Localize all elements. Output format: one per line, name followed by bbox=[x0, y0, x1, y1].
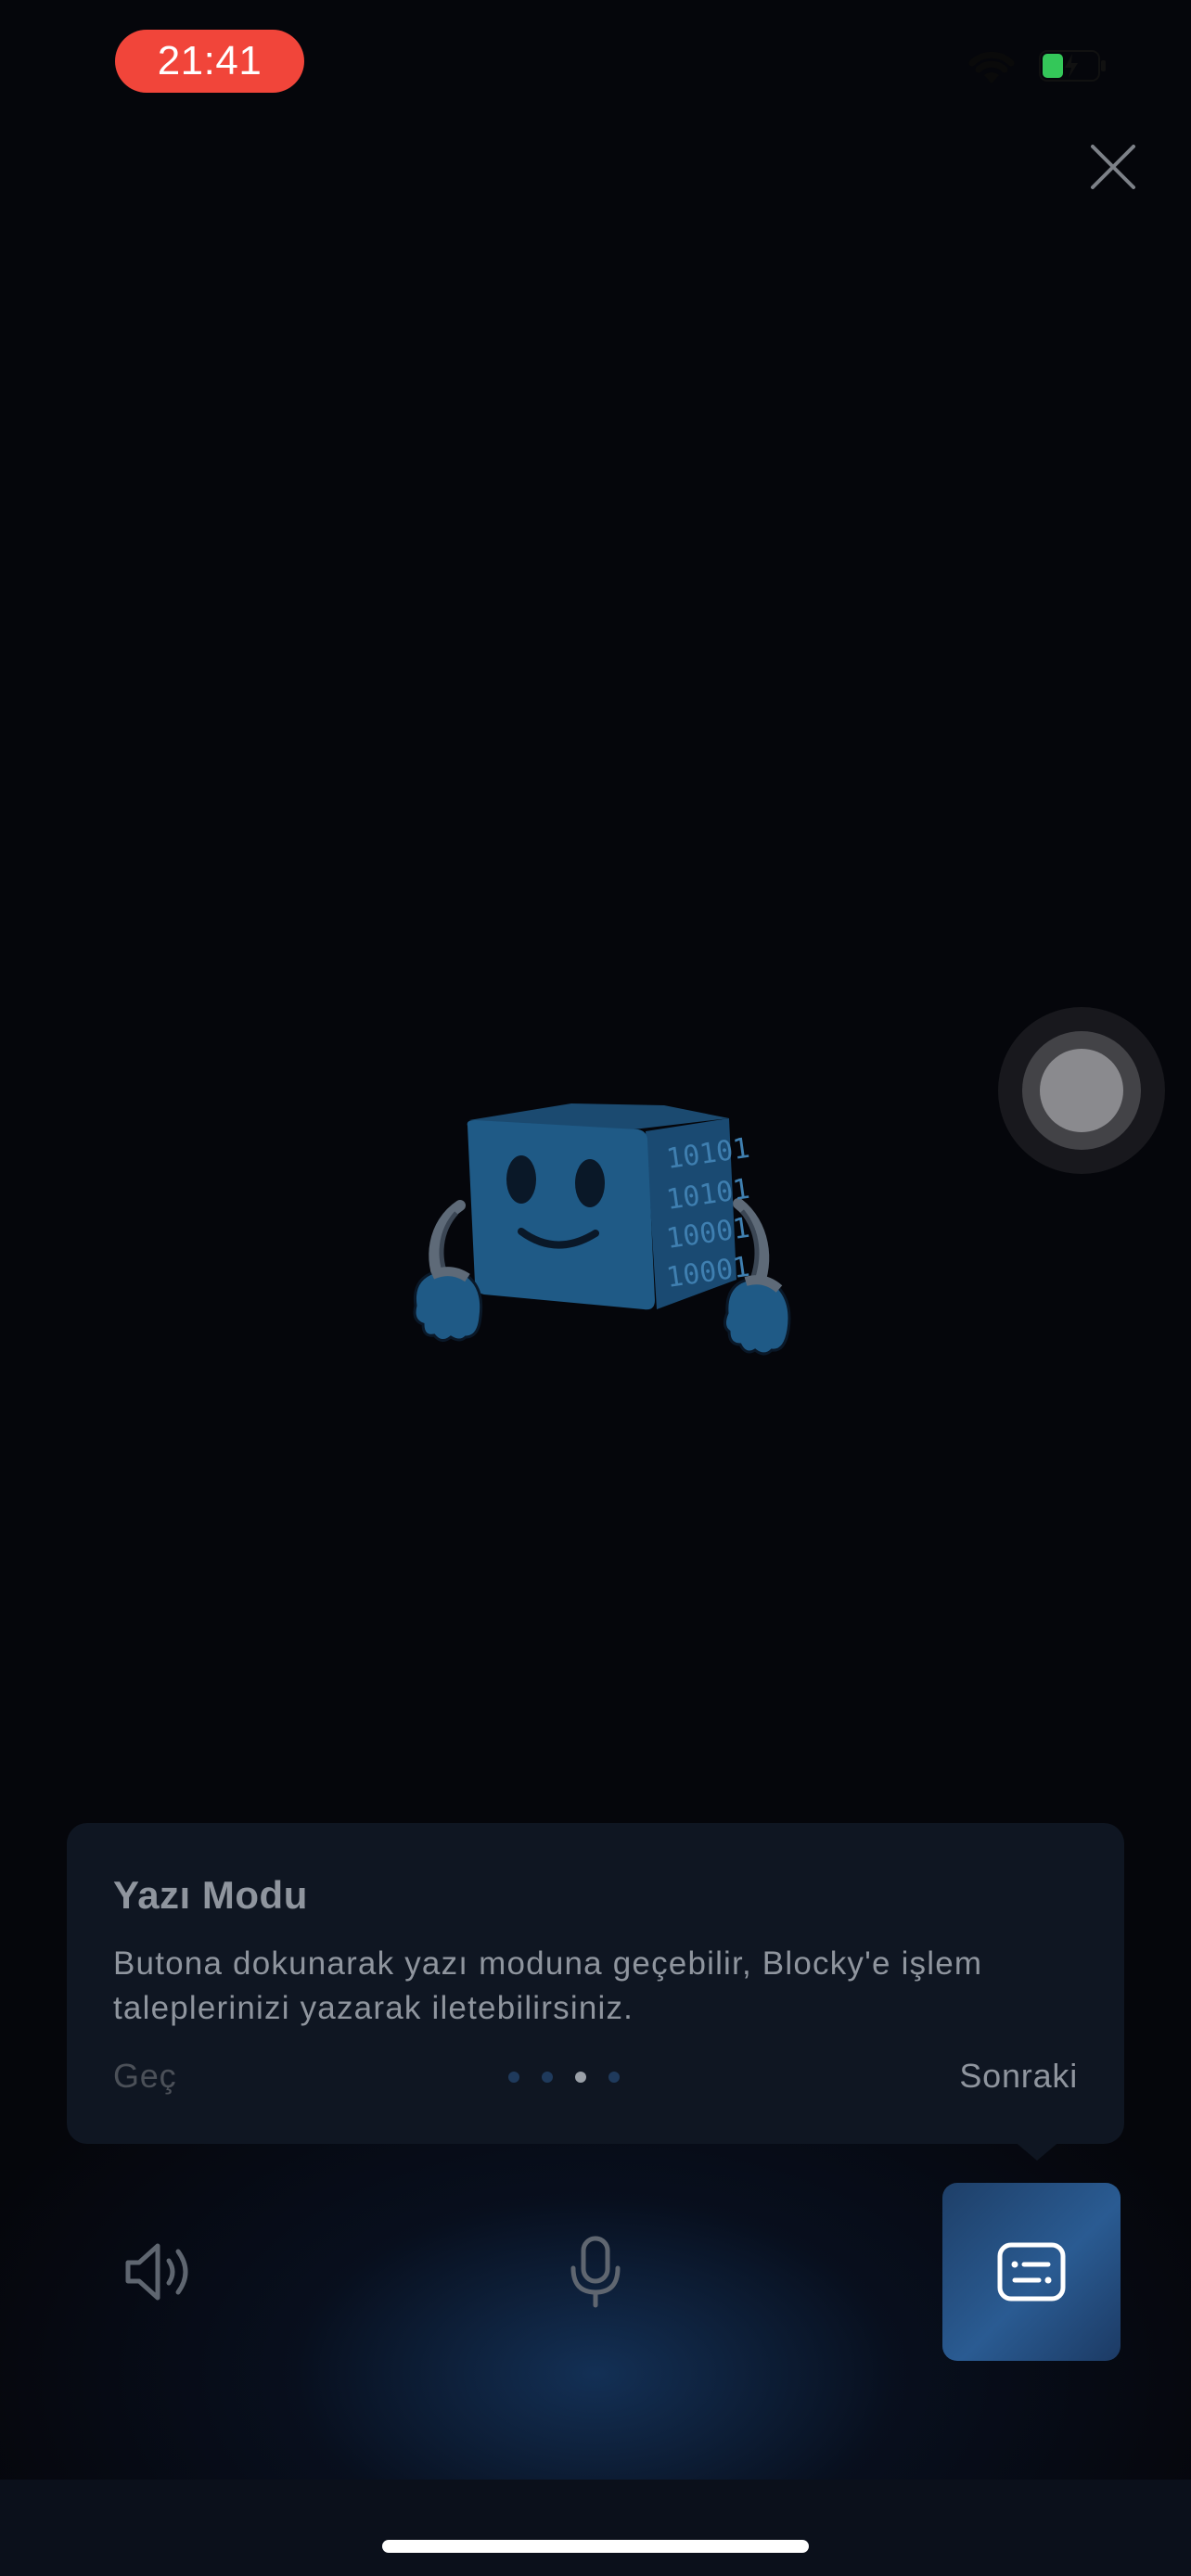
page-indicator bbox=[508, 2072, 620, 2083]
next-button[interactable]: Sonraki bbox=[959, 2057, 1078, 2096]
keyboard-icon bbox=[997, 2242, 1066, 2302]
tooltip-body: Butona dokunarak yazı moduna geçebilir, … bbox=[113, 1945, 983, 2026]
onboarding-tooltip: Yazı Modu Butona dokunarak yazı moduna g… bbox=[67, 1823, 1124, 2144]
wifi-icon bbox=[968, 51, 1015, 83]
speaker-icon bbox=[125, 2243, 188, 2301]
tooltip-arrow bbox=[1013, 2140, 1061, 2161]
page-dot bbox=[608, 2072, 620, 2083]
skip-button[interactable]: Geç bbox=[113, 2057, 176, 2096]
page-dot-active bbox=[575, 2072, 586, 2083]
close-icon[interactable] bbox=[1087, 141, 1139, 193]
speaker-button[interactable] bbox=[113, 2225, 206, 2318]
microphone-icon bbox=[570, 2236, 621, 2308]
page-dot bbox=[508, 2072, 519, 2083]
status-icons bbox=[965, 46, 1108, 85]
assistive-touch-ring bbox=[1022, 1031, 1141, 1150]
page-dot bbox=[542, 2072, 553, 2083]
bottom-bar bbox=[0, 2480, 1191, 2576]
tooltip-title: Yazı Modu bbox=[113, 1873, 308, 1917]
voice-assistant-screen: 21:41 10101 10101 10001 10001 Yazı Modu … bbox=[0, 0, 1191, 2576]
home-indicator[interactable] bbox=[382, 2540, 809, 2553]
status-time[interactable]: 21:41 bbox=[115, 30, 304, 93]
text-mode-button[interactable] bbox=[942, 2183, 1121, 2361]
microphone-button[interactable] bbox=[549, 2225, 642, 2318]
battery-charging-icon bbox=[1039, 50, 1106, 82]
blocky-mascot: 10101 10101 10001 10001 bbox=[413, 1103, 791, 1356]
assistive-touch-core bbox=[1040, 1049, 1123, 1132]
assistive-touch-button[interactable] bbox=[998, 1007, 1165, 1174]
